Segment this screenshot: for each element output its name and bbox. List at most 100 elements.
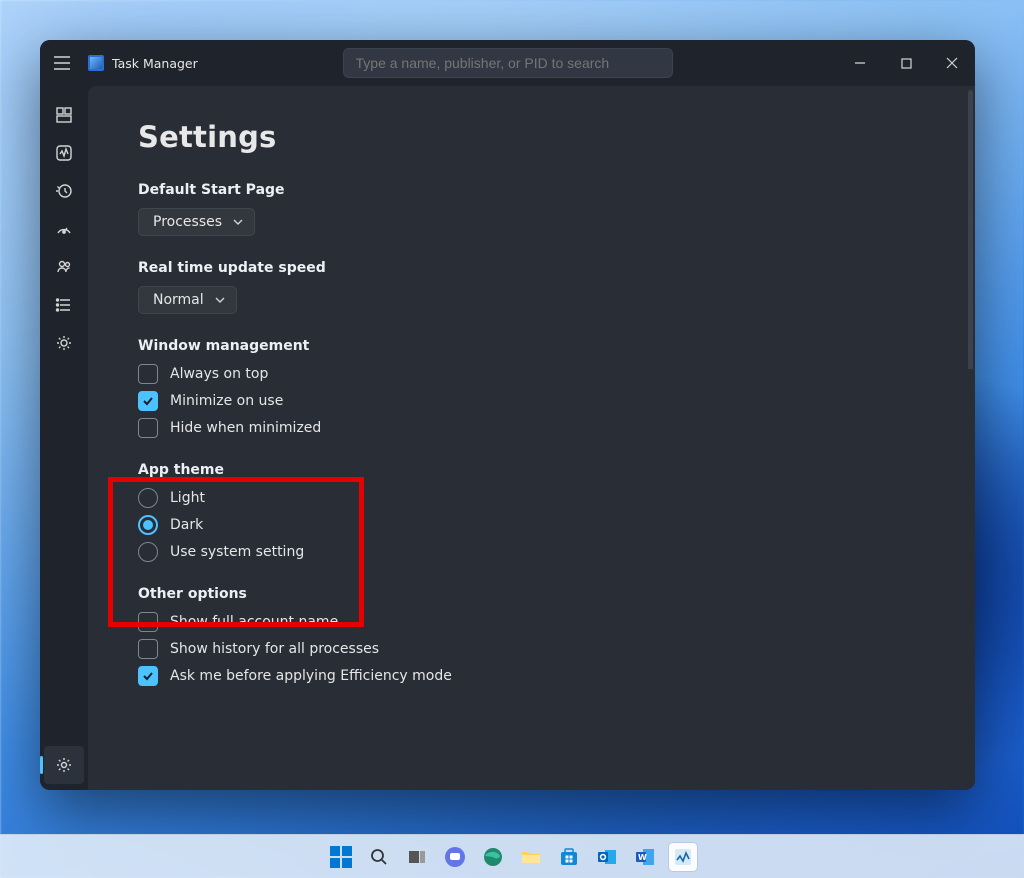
update-speed-dropdown[interactable]: Normal (138, 286, 237, 314)
taskbar-taskview-button[interactable] (403, 843, 431, 871)
start-button[interactable] (327, 843, 355, 871)
taskbar-app-chat[interactable] (441, 843, 469, 871)
gear-icon (55, 756, 73, 774)
window-controls (837, 40, 975, 86)
gauge-icon (55, 220, 73, 238)
app-icon (88, 55, 104, 71)
checkbox-icon (138, 364, 158, 384)
dropdown-value: Normal (153, 292, 204, 308)
sidebar-item-processes[interactable] (44, 96, 84, 134)
page-title: Settings (138, 120, 975, 154)
maximize-button[interactable] (883, 40, 929, 86)
radio-icon (138, 515, 158, 535)
search-icon (369, 847, 389, 867)
hamburger-icon (54, 56, 70, 70)
checkbox-label: Ask me before applying Efficiency mode (170, 668, 452, 684)
section-title: Other options (138, 586, 975, 602)
checkbox-ask-efficiency-mode[interactable]: Ask me before applying Efficiency mode (138, 666, 975, 686)
search-box[interactable] (343, 48, 673, 78)
taskbar-app-outlook[interactable] (593, 843, 621, 871)
checkbox-full-account-name[interactable]: Show full account name (138, 612, 975, 632)
search-input[interactable] (356, 55, 660, 71)
sidebar-item-app-history[interactable] (44, 172, 84, 210)
svg-text:W: W (638, 853, 647, 862)
folder-icon (520, 846, 542, 868)
section-title: Window management (138, 338, 975, 354)
radio-icon (138, 488, 158, 508)
chat-icon (444, 846, 466, 868)
dropdown-value: Processes (153, 214, 222, 230)
checkbox-icon (138, 666, 158, 686)
checkbox-label: Always on top (170, 366, 268, 382)
minimize-icon (854, 57, 866, 69)
app-title: Task Manager (88, 55, 198, 71)
users-icon (55, 258, 73, 276)
list-icon (55, 296, 73, 314)
radio-theme-dark[interactable]: Dark (138, 515, 975, 535)
minimize-button[interactable] (837, 40, 883, 86)
checkbox-always-on-top[interactable]: Always on top (138, 364, 975, 384)
checkbox-icon (138, 639, 158, 659)
taskbar: W (0, 834, 1024, 878)
sidebar-item-services[interactable] (44, 324, 84, 362)
close-button[interactable] (929, 40, 975, 86)
services-icon (55, 334, 73, 352)
checkbox-icon (138, 612, 158, 632)
history-icon (55, 182, 73, 200)
taskbar-app-store[interactable] (555, 843, 583, 871)
windows-logo-icon (330, 846, 352, 868)
sidebar-item-startup-apps[interactable] (44, 210, 84, 248)
radio-theme-system[interactable]: Use system setting (138, 542, 975, 562)
titlebar: Task Manager (40, 40, 975, 86)
sidebar-item-settings[interactable] (44, 746, 84, 784)
checkbox-label: Show history for all processes (170, 641, 379, 657)
checkbox-history-all-processes[interactable]: Show history for all processes (138, 639, 975, 659)
taskbar-app-task-manager[interactable] (669, 843, 697, 871)
sidebar-item-performance[interactable] (44, 134, 84, 172)
checkbox-hide-when-minimized[interactable]: Hide when minimized (138, 418, 975, 438)
section-title: Real time update speed (138, 260, 975, 276)
section-app-theme: App theme Light Dark Use system setting (138, 462, 975, 562)
taskbar-app-explorer[interactable] (517, 843, 545, 871)
checkbox-icon (138, 391, 158, 411)
settings-panel: Settings Default Start Page Processes Re… (88, 86, 975, 790)
radio-label: Dark (170, 517, 203, 533)
section-title: Default Start Page (138, 182, 975, 198)
section-title: App theme (138, 462, 975, 478)
chevron-down-icon (214, 294, 226, 306)
checkbox-label: Show full account name (170, 614, 338, 630)
checkbox-minimize-on-use[interactable]: Minimize on use (138, 391, 975, 411)
section-other-options: Other options Show full account name Sho… (138, 586, 975, 686)
section-update-speed: Real time update speed Normal (138, 260, 975, 314)
checkbox-icon (138, 418, 158, 438)
task-manager-window: Task Manager (40, 40, 975, 790)
sidebar-item-details[interactable] (44, 286, 84, 324)
sidebar (40, 86, 88, 790)
taskmanager-icon (673, 847, 693, 867)
edge-icon (482, 846, 504, 868)
nav-toggle-button[interactable] (40, 40, 84, 86)
radio-theme-light[interactable]: Light (138, 488, 975, 508)
chevron-down-icon (232, 216, 244, 228)
radio-label: Light (170, 490, 205, 506)
outlook-icon (596, 846, 618, 868)
radio-label: Use system setting (170, 544, 304, 560)
taskbar-app-word[interactable]: W (631, 843, 659, 871)
store-icon (558, 846, 580, 868)
radio-icon (138, 542, 158, 562)
taskview-icon (407, 847, 427, 867)
maximize-icon (901, 58, 912, 69)
word-icon: W (634, 846, 656, 868)
default-start-page-dropdown[interactable]: Processes (138, 208, 255, 236)
checkbox-label: Minimize on use (170, 393, 283, 409)
sidebar-item-users[interactable] (44, 248, 84, 286)
scrollbar[interactable] (968, 90, 973, 787)
app-title-text: Task Manager (112, 56, 198, 71)
checkbox-label: Hide when minimized (170, 420, 321, 436)
close-icon (946, 57, 958, 69)
taskbar-app-edge[interactable] (479, 843, 507, 871)
taskbar-search-button[interactable] (365, 843, 393, 871)
grid-icon (55, 106, 73, 124)
section-window-management: Window management Always on top Minimize… (138, 338, 975, 438)
section-default-start-page: Default Start Page Processes (138, 182, 975, 236)
